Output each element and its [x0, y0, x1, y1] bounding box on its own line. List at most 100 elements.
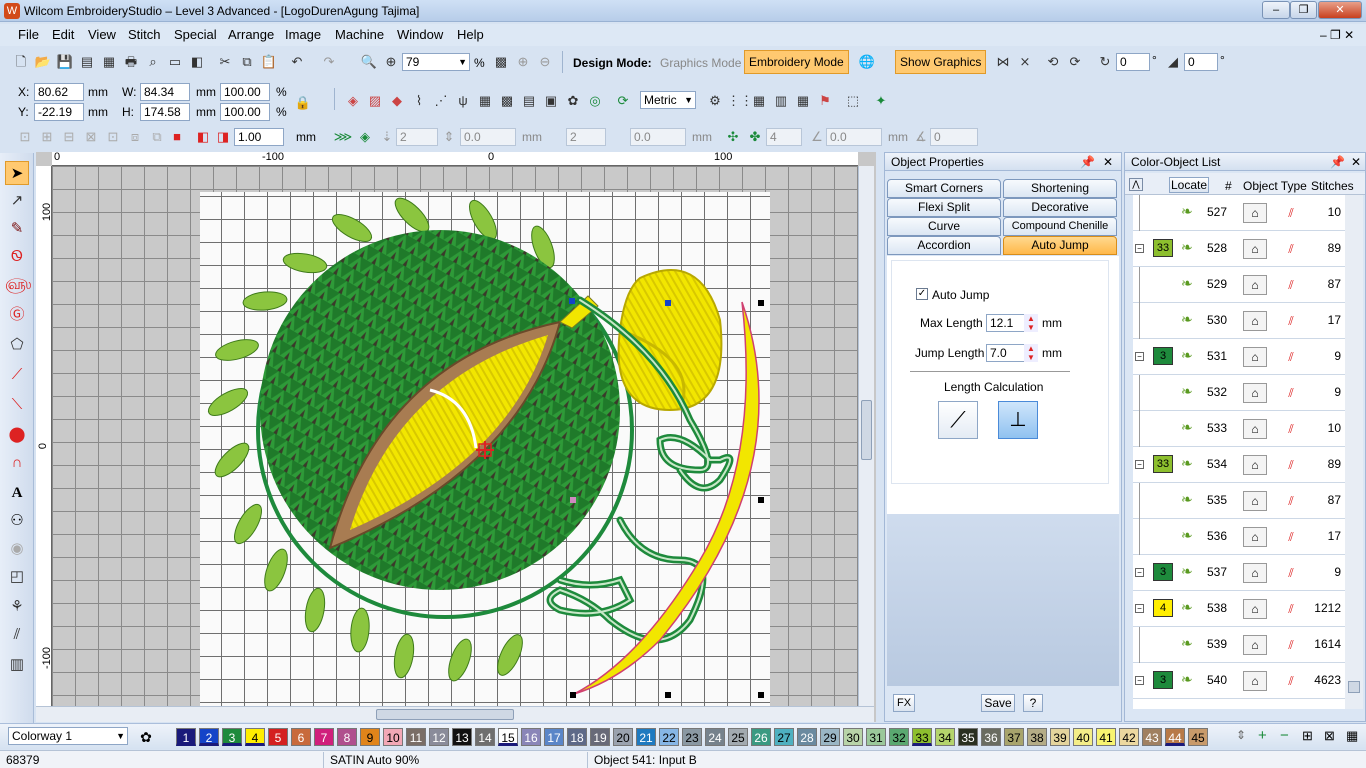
- gap-field[interactable]: 0: [930, 128, 978, 146]
- palette-scroll-icon[interactable]: ⇕: [1236, 728, 1246, 742]
- refresh-icon[interactable]: ⟳: [612, 90, 634, 112]
- scroll-thumb[interactable]: [376, 709, 514, 720]
- save-all-icon[interactable]: ▤: [76, 51, 98, 73]
- motif-icon[interactable]: ψ: [452, 90, 474, 112]
- list-item[interactable]: ❧ 529 ⌂ ⫽ 87: [1133, 267, 1345, 303]
- color-swatch[interactable]: 16: [521, 728, 541, 746]
- color-swatch[interactable]: 39: [1050, 728, 1070, 746]
- rotate-left-icon[interactable]: ⟲: [1042, 51, 1064, 73]
- height-field[interactable]: 174.58: [140, 103, 190, 121]
- offset-field[interactable]: 0.0: [630, 128, 686, 146]
- globe-icon[interactable]: 🌐: [856, 51, 878, 73]
- spacing-field[interactable]: 0.0: [460, 128, 516, 146]
- digitize-pen-icon[interactable]: ✎: [5, 217, 29, 241]
- circle-tool-icon[interactable]: ⬤: [5, 423, 29, 447]
- zoom-fit-icon[interactable]: ▩: [490, 51, 512, 73]
- locate-button[interactable]: Locate: [1169, 177, 1209, 193]
- mirror-v-icon[interactable]: ⨯: [1014, 51, 1036, 73]
- stitch-length-icon[interactable]: ⇣: [376, 126, 398, 148]
- expand-icon[interactable]: −: [1135, 676, 1144, 685]
- nodes-field[interactable]: 4: [766, 128, 802, 146]
- x-field[interactable]: 80.62: [34, 83, 84, 101]
- menu-machine[interactable]: Machine: [335, 27, 384, 42]
- paste-icon[interactable]: 📋: [258, 51, 280, 73]
- zoom-box-icon[interactable]: ⊕: [380, 51, 402, 73]
- group-icon[interactable]: ⊞: [36, 126, 58, 148]
- color-swatch[interactable]: 41: [1096, 728, 1116, 746]
- horizontal-scrollbar[interactable]: [36, 706, 874, 722]
- color-swatch[interactable]: 20: [613, 728, 633, 746]
- slant-angle-field[interactable]: 0: [1184, 53, 1218, 71]
- list-item[interactable]: −33 ❧ 528 ⌂ ⫽ 89: [1133, 231, 1345, 267]
- repeat-field[interactable]: 2: [566, 128, 606, 146]
- color-swatch[interactable]: 14: [475, 728, 495, 746]
- rotate-icon[interactable]: ↻: [1094, 51, 1116, 73]
- menu-arrange[interactable]: Arrange: [228, 27, 274, 42]
- knife-icon[interactable]: ⫽: [5, 623, 29, 647]
- vertical-scrollbar[interactable]: [858, 166, 874, 706]
- list-item[interactable]: ❧ 530 ⌂ ⫽ 17: [1133, 303, 1345, 339]
- max-length-spinner[interactable]: ▲ ▼: [1024, 314, 1038, 332]
- y-field[interactable]: -22.19: [34, 103, 84, 121]
- scale-width-field[interactable]: 100.00: [220, 83, 270, 101]
- color-swatch[interactable]: 30: [843, 728, 863, 746]
- color-swatch[interactable]: 24: [705, 728, 725, 746]
- lettering-icon[interactable]: A: [5, 481, 29, 505]
- rotate-right-icon[interactable]: ⟳: [1064, 51, 1086, 73]
- show-graphics-button[interactable]: Show Graphics: [895, 50, 987, 74]
- grid-fill-icon[interactable]: ▦: [474, 90, 496, 112]
- save-button[interactable]: Save: [981, 694, 1015, 712]
- copy-icon[interactable]: ⧉: [236, 51, 258, 73]
- auto-jump-checkbox[interactable]: ✓: [916, 288, 928, 300]
- outline-width-field[interactable]: 1.00: [234, 128, 284, 146]
- print-icon[interactable]: 🖶: [120, 51, 142, 73]
- angle-field[interactable]: 0.0: [826, 128, 882, 146]
- open-icon[interactable]: 📂: [32, 51, 54, 73]
- scroll-thumb[interactable]: [1348, 681, 1360, 693]
- select-arrow-icon[interactable]: ➤: [5, 161, 29, 185]
- color-swatch[interactable]: 33: [912, 728, 932, 746]
- photo-icon[interactable]: ▣: [540, 90, 562, 112]
- gap-icon[interactable]: ∡: [910, 126, 932, 148]
- pin-icon[interactable]: 📌: [1330, 153, 1345, 171]
- list-item[interactable]: −4 ❧ 538 ⌂ ⫽ 1212: [1133, 591, 1345, 627]
- color-swatch[interactable]: 25: [728, 728, 748, 746]
- fx-button[interactable]: FX: [893, 694, 915, 712]
- unlock-icon[interactable]: ⊡: [102, 126, 124, 148]
- edit-palette-icon[interactable]: ⊞: [1302, 728, 1313, 744]
- color-swatch[interactable]: 7: [314, 728, 334, 746]
- node-spread-icon[interactable]: ✤: [744, 126, 766, 148]
- monogram-icon[interactable]: ◉: [5, 537, 29, 561]
- fill-color-icon[interactable]: ◧: [192, 126, 214, 148]
- color-swatch[interactable]: 12: [429, 728, 449, 746]
- run-stitch-icon[interactable]: ⋙: [332, 126, 354, 148]
- lock-icon[interactable]: ⊠: [80, 126, 102, 148]
- print-preview-icon[interactable]: ⌕: [142, 51, 164, 73]
- color-swatch[interactable]: 13: [452, 728, 472, 746]
- menu-edit[interactable]: Edit: [52, 27, 74, 42]
- undo-icon[interactable]: ↶: [286, 51, 308, 73]
- expand-icon[interactable]: −: [1135, 604, 1144, 613]
- zoom-in-icon[interactable]: ⊕: [512, 51, 534, 73]
- list-item[interactable]: −3 ❧ 537 ⌂ ⫽ 9: [1133, 555, 1345, 591]
- color-swatch[interactable]: 2: [199, 728, 219, 746]
- color-swatch[interactable]: 9: [360, 728, 380, 746]
- column-tool-icon[interactable]: ௵: [5, 273, 31, 297]
- motif-tool-icon[interactable]: ⚘: [5, 595, 29, 619]
- minimize-icon[interactable]: –: [1262, 1, 1290, 19]
- spacing-icon[interactable]: ⇕: [438, 126, 460, 148]
- jump-length-spinner[interactable]: ▲ ▼: [1024, 344, 1038, 362]
- units-select[interactable]: Metric ▼: [640, 91, 696, 109]
- collapse-all-icon[interactable]: ⋀: [1129, 178, 1143, 191]
- mirror-h-icon[interactable]: ⋈: [992, 51, 1014, 73]
- close-panel-icon[interactable]: ✕: [1103, 153, 1113, 171]
- tab-decorative[interactable]: Decorative: [1003, 198, 1117, 217]
- delete-color-icon[interactable]: ⊠: [1324, 728, 1335, 744]
- team-names-icon[interactable]: ⚇: [5, 509, 29, 533]
- list-item[interactable]: −3 ❧ 531 ⌂ ⫽ 9: [1133, 339, 1345, 375]
- list-scrollbar[interactable]: [1345, 195, 1363, 709]
- satin-tool-icon[interactable]: Ꮻ: [5, 245, 29, 269]
- sequin-icon[interactable]: ⋰: [430, 90, 452, 112]
- backtrack-icon[interactable]: ⟍: [5, 393, 29, 417]
- color-swatch[interactable]: 22: [659, 728, 679, 746]
